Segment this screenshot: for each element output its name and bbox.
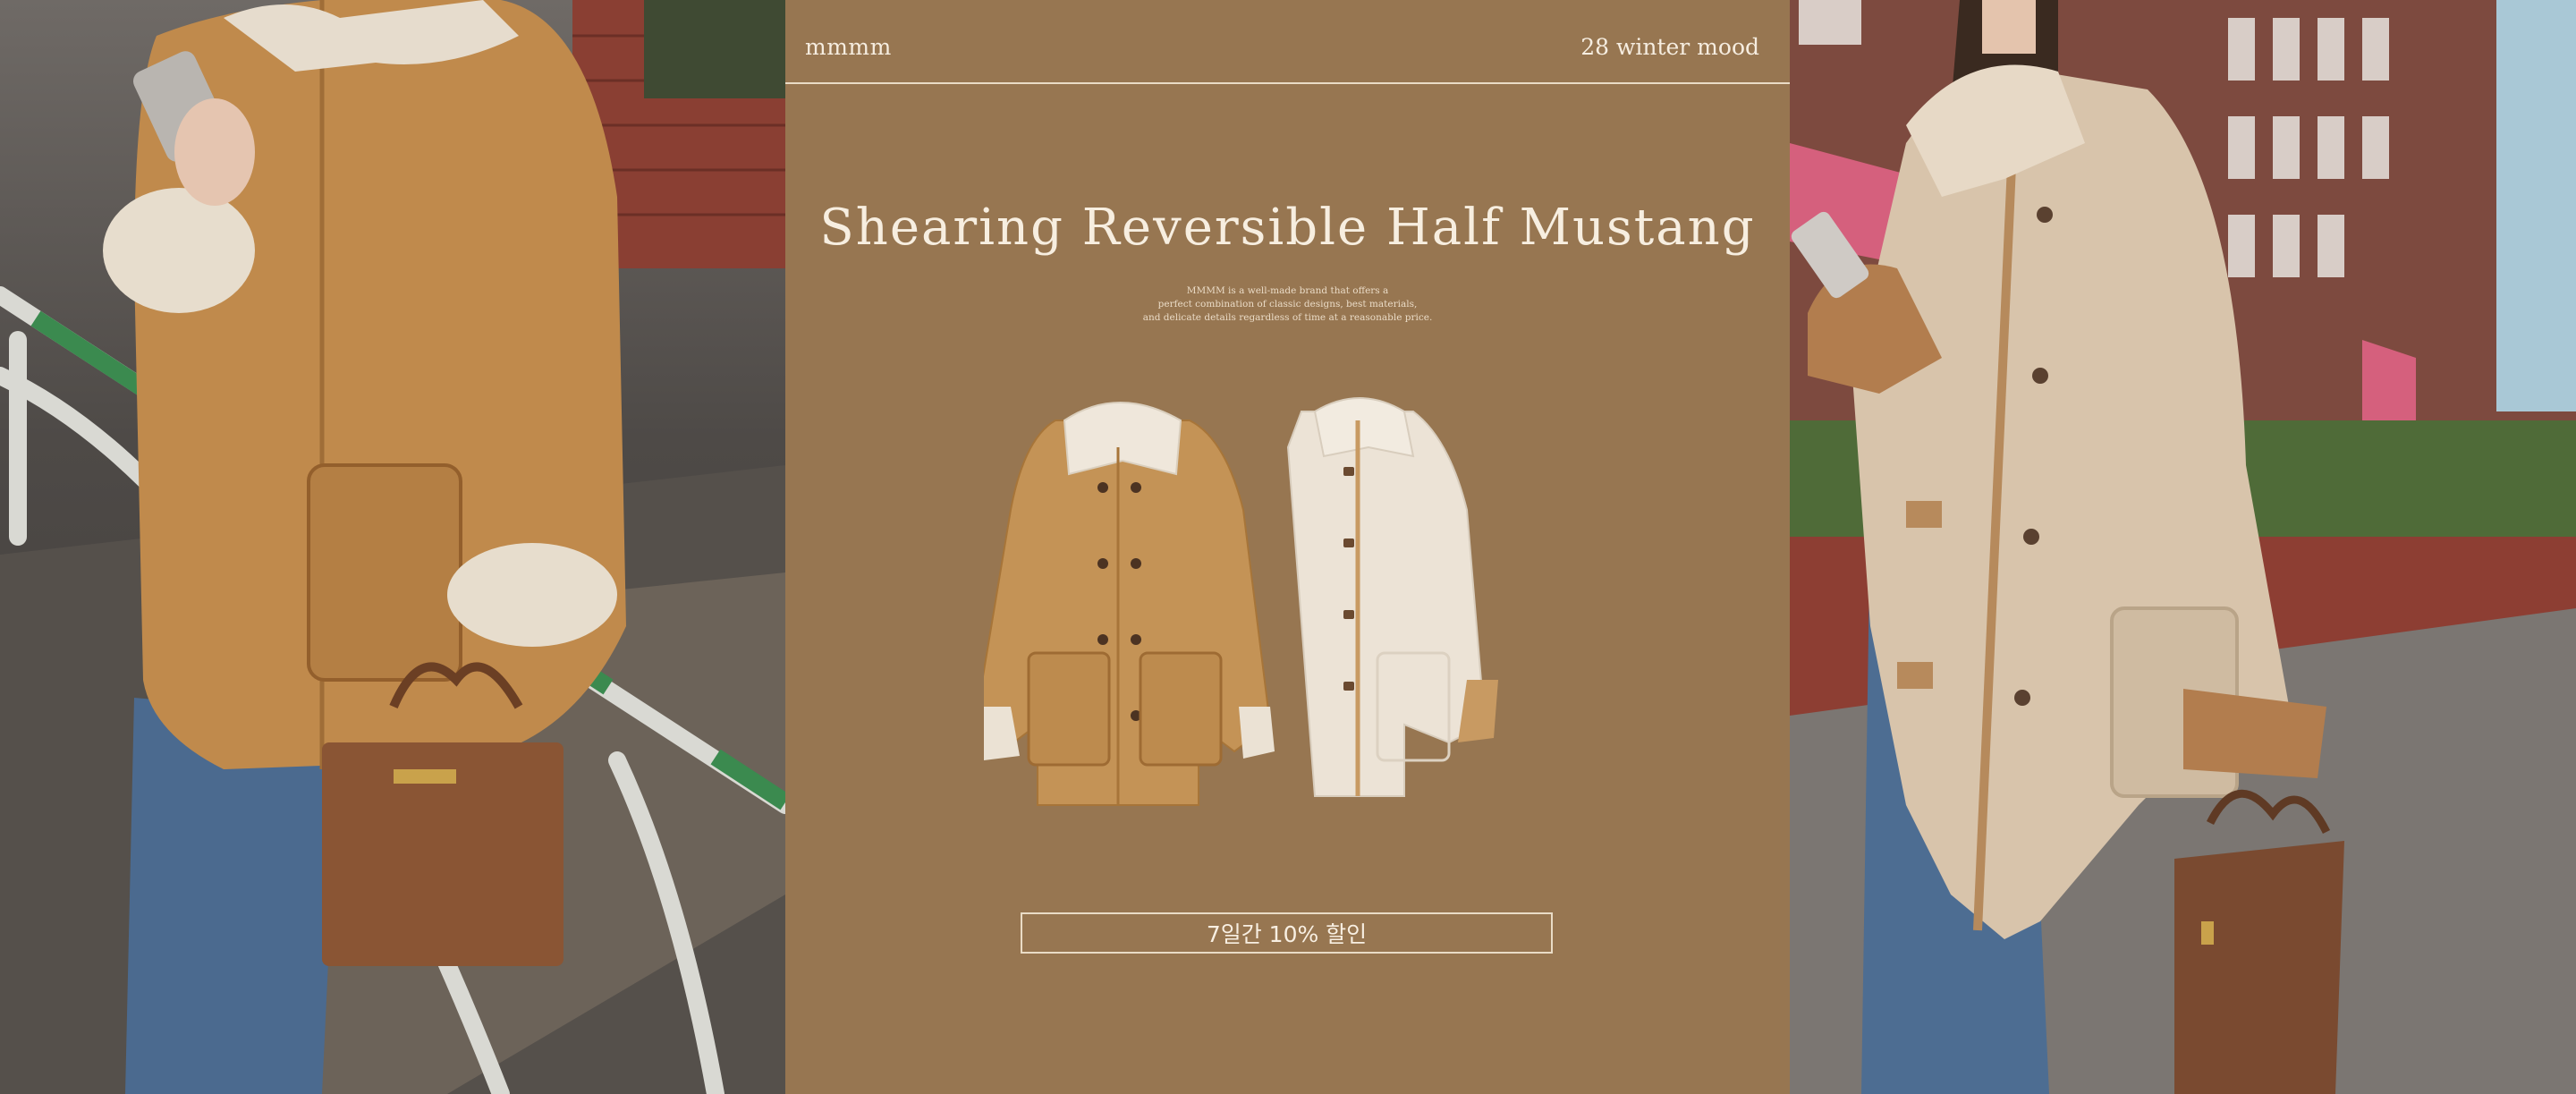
photo-right-model-shearling-coat — [1790, 0, 2576, 1094]
description-line: perfect combination of classic designs, … — [1157, 299, 1418, 310]
product-panel: mmmm 28 winter mood Shearing Reversible … — [785, 0, 1790, 1094]
description-line: and delicate details regardless of time … — [1142, 312, 1433, 323]
product-title: Shearing Reversible Half Mustang — [819, 199, 1756, 257]
coat-suede — [984, 402, 1275, 806]
photo-left-model-suede-coat — [0, 0, 785, 1094]
product-coats-image — [984, 397, 1498, 806]
top-divider — [785, 82, 1790, 84]
promo-text: 7일간 10% 할인 — [1206, 921, 1368, 947]
brand-logo: mmmm — [805, 34, 892, 60]
banner: mmmm 28 winter mood Shearing Reversible … — [0, 0, 2576, 1094]
photo-left-illustration — [0, 0, 785, 1094]
promo-badge[interactable]: 7일간 10% 할인 — [1021, 912, 1553, 954]
description-line: MMMM is a well-made brand that offers a — [1186, 285, 1389, 296]
coat-shearing — [1286, 397, 1498, 797]
season-label: 28 winter mood — [1580, 34, 1759, 60]
brand-description: MMMM is a well-made brand that offers a … — [785, 284, 1790, 325]
photo-right-illustration — [1790, 0, 2576, 1094]
